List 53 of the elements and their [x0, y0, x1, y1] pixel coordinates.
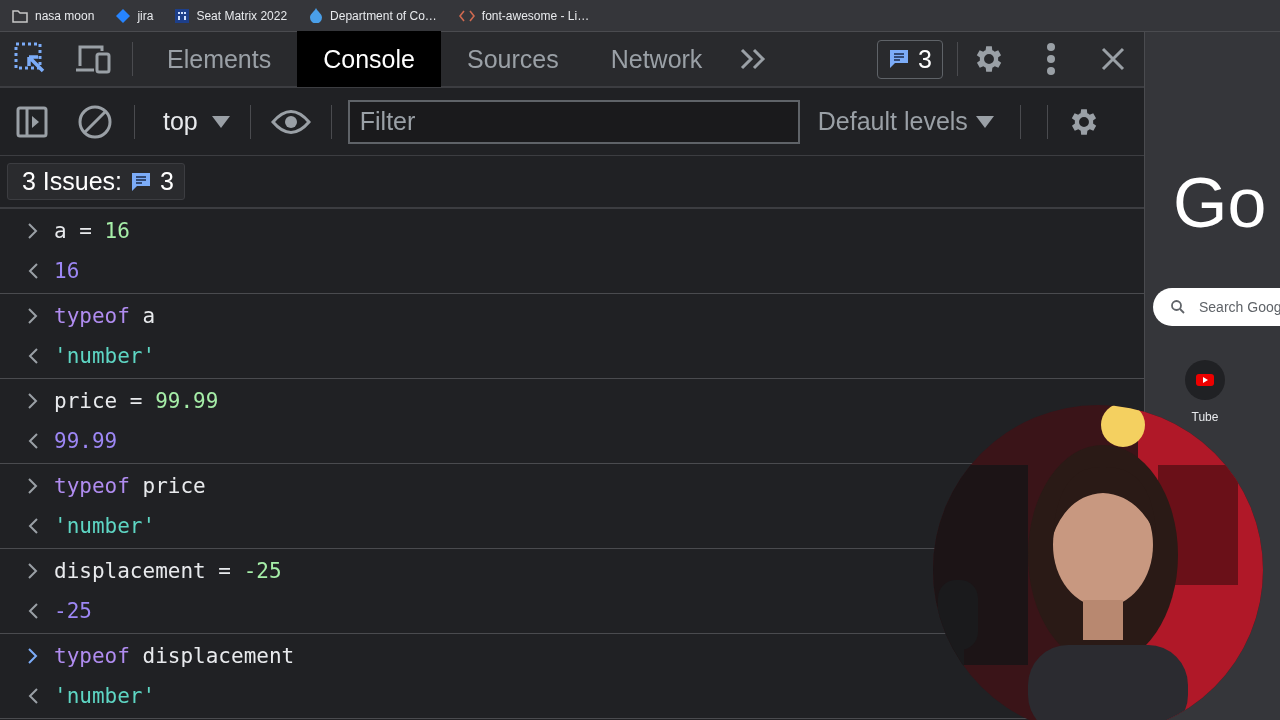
command-text: a = 16: [54, 219, 130, 243]
more-options-icon[interactable]: [1046, 43, 1056, 75]
result-chevron-icon: [28, 263, 38, 279]
result-text: 16: [54, 259, 80, 283]
result-text: 'number': [54, 684, 156, 708]
command-text: typeof price: [54, 474, 206, 498]
result-text: -25: [54, 599, 92, 623]
command-text: displacement = -25: [54, 559, 282, 583]
panel-tab[interactable]: Sources: [440, 31, 585, 87]
result-chevron-icon: [28, 688, 38, 704]
more-tabs-icon[interactable]: [739, 48, 768, 70]
drop-icon: [309, 8, 324, 23]
result-chevron-icon: [28, 348, 38, 364]
folder-icon: [12, 8, 28, 23]
bookmark[interactable]: nasa moon: [12, 8, 95, 23]
shortcut-tile[interactable]: Tube: [1185, 360, 1225, 424]
panel-tab[interactable]: Console: [297, 31, 441, 87]
caret-icon: [211, 115, 230, 128]
result-chevron-icon: [28, 518, 38, 534]
clear-icon[interactable]: [78, 104, 112, 139]
bookmark[interactable]: jira: [116, 8, 154, 23]
result-text: 'number': [54, 514, 156, 538]
code-icon: [458, 9, 475, 22]
filter-field[interactable]: Filter: [347, 99, 800, 144]
levels-dropdown[interactable]: Default levels: [817, 107, 994, 136]
search-field[interactable]: Search Goog: [1153, 288, 1280, 326]
context-dropdown[interactable]: top: [163, 107, 230, 136]
play-icon: [1185, 360, 1225, 400]
search-icon: [1171, 300, 1185, 314]
eye-icon[interactable]: [270, 108, 311, 135]
sidebar-icon[interactable]: [16, 105, 48, 138]
diamond-icon: [116, 8, 131, 23]
grid-icon: [175, 8, 190, 23]
close-icon[interactable]: [1101, 47, 1125, 71]
bookmark[interactable]: font-awesome - Li…: [458, 8, 590, 23]
command-text: typeof displacement: [54, 644, 295, 668]
command-text: price = 99.99: [54, 389, 219, 413]
result-chevron-icon: [28, 603, 38, 619]
search-logo: Go: [1173, 168, 1267, 238]
result-text: 99.99: [54, 429, 118, 453]
bookmark[interactable]: Department of Co…: [309, 8, 437, 23]
device-icon[interactable]: [74, 44, 112, 74]
issues-button[interactable]: 3 Issues: 3: [7, 163, 185, 200]
message-icon: [888, 48, 911, 70]
bookmark[interactable]: Seat Matrix 2022: [175, 8, 288, 23]
panel-tab[interactable]: Network: [584, 31, 729, 87]
result-chevron-icon: [28, 433, 38, 449]
result-text: 'number': [54, 344, 156, 368]
issues-button[interactable]: 3: [877, 39, 943, 79]
panel-tab[interactable]: Elements: [141, 31, 298, 87]
command-text: typeof a: [54, 304, 156, 328]
message-icon: [130, 170, 153, 193]
caret-icon: [975, 115, 994, 128]
